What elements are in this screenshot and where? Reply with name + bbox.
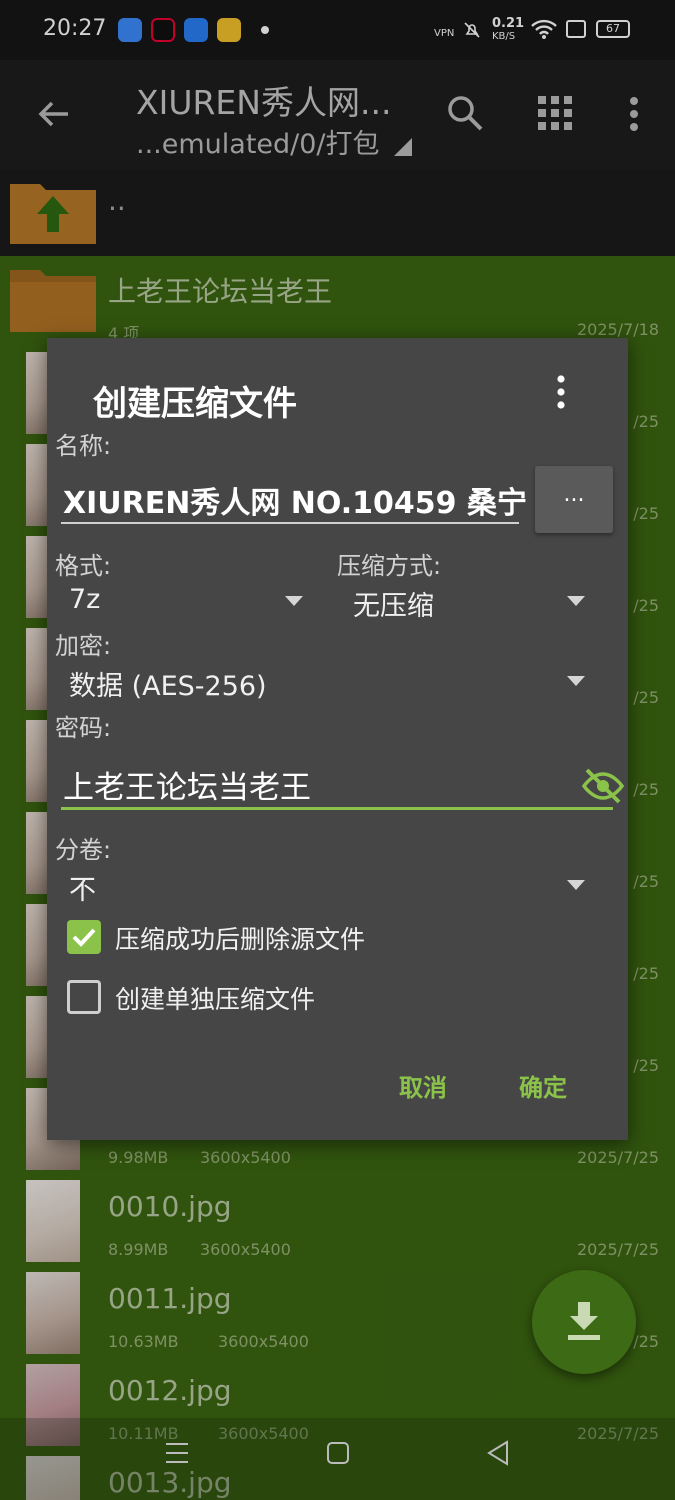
compression-method-select[interactable]: 无压缩: [343, 582, 593, 622]
method-label: 压缩方式:: [337, 552, 442, 580]
encrypt-label: 加密:: [55, 632, 112, 660]
separate-archive-label: 创建单独压缩文件: [115, 985, 316, 1014]
password-label: 密码:: [55, 714, 112, 742]
split-volume-select[interactable]: 不: [61, 866, 593, 906]
delete-source-checkbox[interactable]: [67, 920, 101, 954]
browse-button[interactable]: ...: [535, 466, 613, 533]
split-value: 不: [69, 875, 96, 906]
home-icon[interactable]: [326, 1440, 350, 1466]
back-triangle-icon[interactable]: [486, 1440, 510, 1466]
separate-archive-checkbox[interactable]: [67, 980, 101, 1014]
split-label: 分卷:: [55, 836, 112, 864]
download-icon: [568, 1302, 600, 1340]
chevron-down-icon: [567, 676, 585, 686]
encryption-select[interactable]: 数据 (AES-256): [61, 662, 593, 702]
checkmark-icon: [72, 928, 96, 947]
dialog-title: 创建压缩文件: [93, 384, 297, 424]
encrypt-value: 数据 (AES-256): [69, 671, 267, 702]
password-input[interactable]: 上老王论坛当老王: [61, 748, 625, 810]
download-fab[interactable]: [532, 1270, 636, 1374]
format-value: 7z: [69, 584, 101, 615]
method-value: 无压缩: [353, 591, 434, 622]
eye-off-icon[interactable]: [581, 766, 625, 806]
ok-button[interactable]: 确定: [519, 1068, 567, 1103]
create-archive-dialog: 创建压缩文件 名称: XIUREN秀人网 NO.10459 桑宁 ... 格式:…: [47, 338, 628, 1140]
browse-label: ...: [563, 482, 585, 507]
menu-icon[interactable]: [164, 1440, 190, 1466]
archive-name-value: XIUREN秀人网 NO.10459 桑宁: [63, 486, 527, 521]
format-label: 格式:: [55, 552, 112, 580]
format-select[interactable]: 7z: [61, 582, 311, 622]
delete-source-option[interactable]: 压缩成功后删除源文件: [47, 916, 628, 966]
chevron-down-icon: [285, 596, 303, 606]
delete-source-label: 压缩成功后删除源文件: [115, 925, 366, 954]
system-nav-bar: [0, 1418, 675, 1500]
separate-archive-option[interactable]: 创建单独压缩文件: [47, 976, 628, 1026]
password-value: 上老王论坛当老王: [63, 770, 311, 806]
name-label: 名称:: [55, 432, 112, 460]
more-vert-icon[interactable]: [550, 374, 572, 410]
chevron-down-icon: [567, 880, 585, 890]
cancel-button[interactable]: 取消: [399, 1068, 447, 1103]
chevron-down-icon: [567, 596, 585, 606]
archive-name-input[interactable]: XIUREN秀人网 NO.10459 桑宁: [61, 466, 527, 524]
